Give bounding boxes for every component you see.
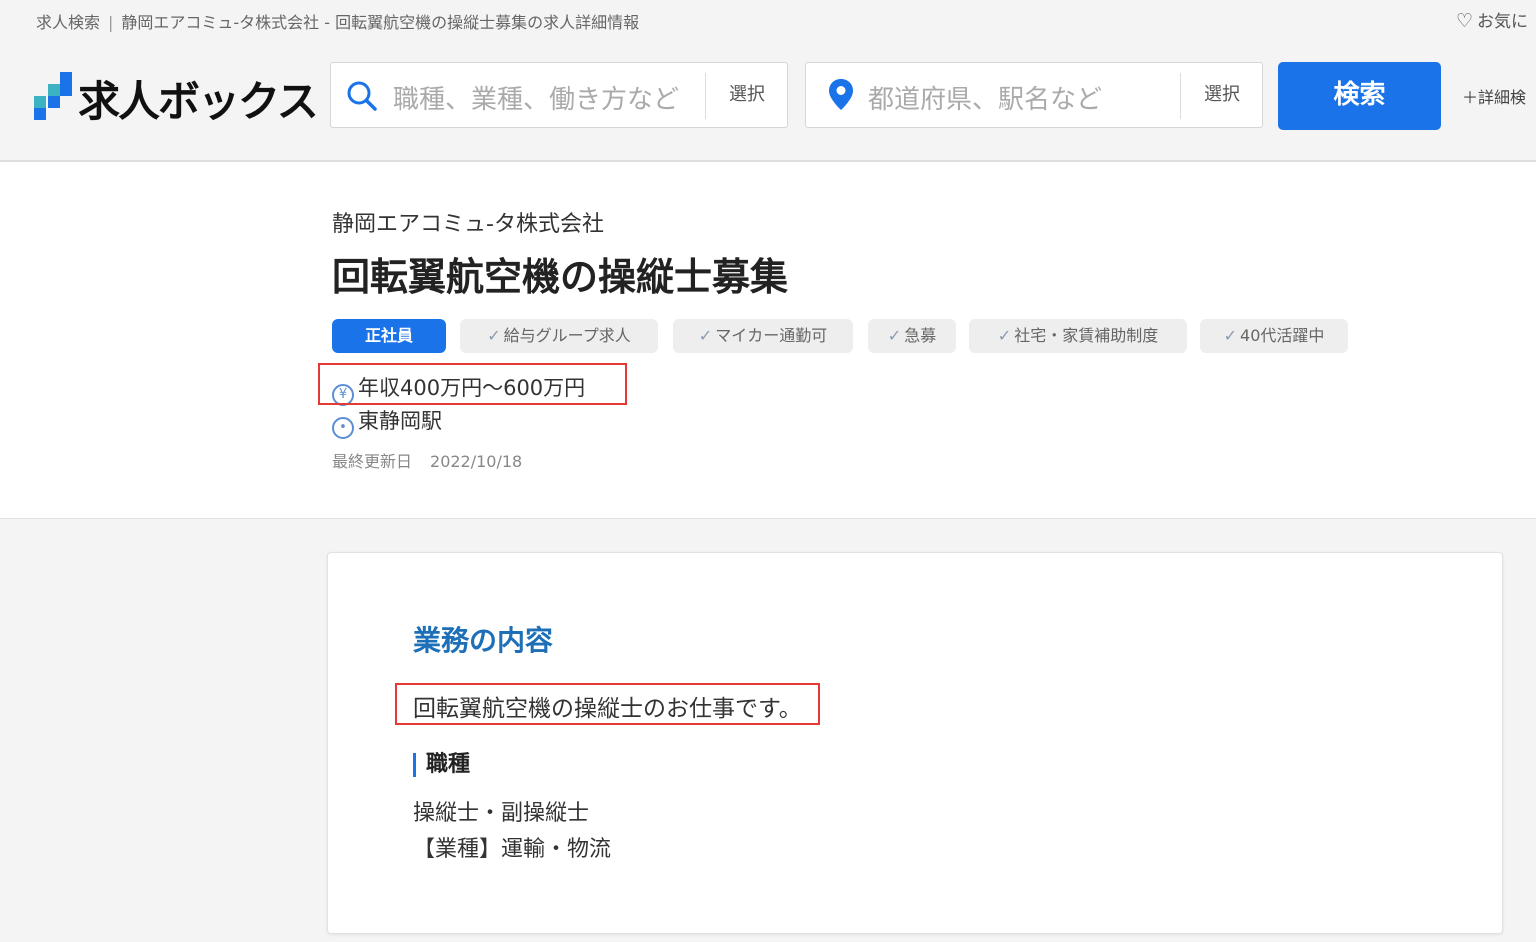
updated-date: 2022/10/18 xyxy=(430,452,523,471)
breadcrumb-current: 静岡エアコミュ-タ株式会社 - 回転翼航空機の操縦士募集の求人詳細情報 xyxy=(121,13,640,32)
last-updated: 最終更新日 2022/10/18 xyxy=(332,448,522,472)
category-heading: 職種 xyxy=(413,753,470,777)
section-title: 業務の内容 xyxy=(413,624,554,657)
check-icon: ✓ xyxy=(887,326,902,345)
tag-item: ✓ マイカー通勤可 xyxy=(673,319,853,353)
job-detail-card: 業務の内容 回転翼航空機の操縦士のお仕事です。 職種 操縦士・副操縦士 【業種】… xyxy=(327,552,1503,934)
location: • 東静岡駅 xyxy=(332,405,442,439)
check-icon: ✓ xyxy=(1223,326,1238,345)
search-icon xyxy=(347,81,377,111)
company-name[interactable]: 静岡エアコミュ-タ株式会社 xyxy=(332,206,604,238)
job-keyword-input[interactable]: 職種、業種、働き方など xyxy=(393,79,679,116)
favorites-label: お気に xyxy=(1477,12,1529,32)
job-header: 静岡エアコミュ-タ株式会社 回転翼航空機の操縦士募集 正社員 ✓ 給与グループ求人… xyxy=(0,162,1536,519)
logo-mark-icon xyxy=(34,72,74,120)
check-icon: ✓ xyxy=(997,326,1012,345)
search-button[interactable]: 検索 xyxy=(1278,62,1441,130)
detail-search-link[interactable]: ＋詳細検 xyxy=(1462,84,1526,108)
heart-icon: ♡ xyxy=(1456,10,1474,32)
breadcrumb: 求人検索 | 静岡エアコミュ-タ株式会社 - 回転翼航空機の操縦士募集の求人詳細情報 xyxy=(36,9,639,33)
category-line: 【業種】運輸・物流 xyxy=(413,837,612,862)
check-icon: ✓ xyxy=(698,326,713,345)
location-input[interactable]: 都道府県、駅名など xyxy=(868,79,1102,116)
site-header: 求人検索 | 静岡エアコミュ-タ株式会社 - 回転翼航空機の操縦士募集の求人詳細情報… xyxy=(0,0,1536,162)
job-select-button[interactable]: 選択 xyxy=(706,63,788,127)
page-title: 回転翼航空機の操縦士募集 xyxy=(332,255,789,299)
salary-highlight-box xyxy=(318,363,627,405)
breadcrumb-separator: | xyxy=(108,13,114,32)
location-search[interactable]: 都道府県、駅名など 選択 xyxy=(805,62,1263,128)
location-select-button[interactable]: 選択 xyxy=(1181,63,1263,127)
favorites-link[interactable]: ♡ お気に xyxy=(1456,7,1528,32)
tag-item: ✓ 40代活躍中 xyxy=(1200,319,1348,353)
check-icon: ✓ xyxy=(487,326,501,345)
updated-label: 最終更新日 xyxy=(332,452,413,471)
job-description: 回転翼航空機の操縦士のお仕事です。 xyxy=(413,696,802,722)
tag-item: ✓ 給与グループ求人 xyxy=(460,319,658,353)
location-text: 東静岡駅 xyxy=(358,409,442,433)
category-line: 操縦士・副操縦士 xyxy=(413,801,590,826)
logo-text: 求人ボックス xyxy=(78,77,319,126)
breadcrumb-home[interactable]: 求人検索 xyxy=(36,13,100,32)
tag-item: ✓ 急募 xyxy=(868,319,956,353)
job-keyword-search[interactable]: 職種、業種、働き方など 選択 xyxy=(330,62,788,128)
tag-employment-type: 正社員 xyxy=(332,319,446,353)
location-pin-icon: • xyxy=(332,417,354,439)
tag-item: ✓ 社宅・家賃補助制度 xyxy=(969,319,1187,353)
map-pin-icon xyxy=(829,79,853,110)
